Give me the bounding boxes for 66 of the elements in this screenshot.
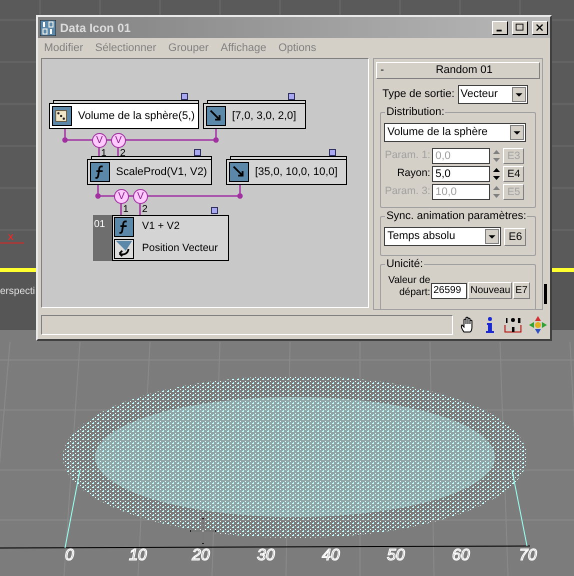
- collapse-toggle[interactable]: -: [380, 62, 392, 79]
- param-label: Rayon:: [396, 166, 430, 182]
- dice-icon: [52, 106, 72, 126]
- ruler-label: 10: [129, 546, 147, 566]
- caret-icon: [510, 125, 524, 140]
- ruler-label: 60: [452, 546, 470, 566]
- close-icon[interactable]: [532, 20, 548, 34]
- ruler-label: 30: [257, 546, 275, 566]
- function-icon: [114, 217, 134, 237]
- input-socket[interactable]: V: [92, 133, 107, 148]
- field-label: Valeur de départ:: [387, 275, 430, 299]
- node-label: V1 + V2: [142, 219, 180, 234]
- input-socket[interactable]: V: [111, 133, 126, 148]
- graph-node[interactable]: ScaleProd(V1, V2): [87, 159, 212, 185]
- ruler-label: 0: [65, 546, 74, 566]
- number-field[interactable]: 5,0: [432, 166, 490, 182]
- window-title: Data Icon 01: [60, 20, 132, 36]
- node-label: Position Vecteur: [142, 241, 218, 256]
- caret-icon: [512, 87, 526, 102]
- ruler-label: 20: [192, 546, 210, 566]
- group-title: Sync. animation paramètres:: [385, 209, 528, 223]
- node-port: [181, 93, 188, 100]
- dropdown[interactable]: Temps absolu: [384, 227, 502, 246]
- axis-label: x: [8, 232, 14, 243]
- ruler-label: 50: [387, 546, 405, 566]
- dropdown[interactable]: Vecteur: [458, 85, 528, 104]
- node-label: [35,0, 10,0, 10,0]: [255, 164, 338, 180]
- maximize-icon[interactable]: [512, 20, 528, 34]
- node-label: Volume de la sphère(5,): [78, 108, 195, 124]
- ruler-label: 70: [519, 546, 537, 566]
- rollout-header[interactable]: - Random 01: [376, 62, 540, 79]
- rollout-title: Random 01: [434, 63, 494, 78]
- dropdown[interactable]: Volume de la sphère: [384, 123, 526, 142]
- node-port: [194, 149, 201, 156]
- move-icon[interactable]: [529, 316, 547, 334]
- viewport-label: erspecti: [0, 285, 36, 299]
- input-socket[interactable]: V: [114, 189, 129, 204]
- seed-button[interactable]: E7: [513, 282, 530, 299]
- expression-button[interactable]: E4: [503, 166, 524, 182]
- field-label: Type de sortie:: [382, 87, 454, 102]
- node-port: [211, 207, 218, 214]
- port-number: 2: [120, 149, 126, 159]
- port-number: 1: [101, 149, 107, 159]
- minimize-icon[interactable]: [492, 20, 508, 34]
- node-port: [329, 149, 336, 156]
- expression-button[interactable]: E6: [504, 228, 526, 246]
- caret-icon: [485, 229, 500, 244]
- function-icon: [90, 162, 110, 182]
- seed-button[interactable]: Nouveau: [468, 282, 512, 299]
- node-label: [7,0, 3,0, 2,0]: [232, 108, 296, 124]
- graph-node[interactable]: Volume de la sphère(5,): [49, 103, 199, 129]
- node-label: ScaleProd(V1, V2): [116, 164, 208, 180]
- seed-field[interactable]: 26599: [431, 283, 468, 299]
- graph-node[interactable]: [7,0, 3,0, 2,0]: [203, 103, 306, 129]
- graph-node[interactable]: [35,0, 10,0, 10,0]: [226, 159, 347, 185]
- port-number: 2: [142, 205, 148, 215]
- output-icon: [114, 239, 134, 259]
- numbering-icon[interactable]: [503, 316, 524, 334]
- cursor-icon: [190, 518, 216, 544]
- input-socket[interactable]: V: [133, 189, 148, 204]
- app-icon: [40, 20, 56, 36]
- port-number: 1: [123, 205, 129, 215]
- node-port: [288, 93, 295, 100]
- graph-node[interactable]: V1 + V2 Position Vecteur: [112, 215, 229, 261]
- node-badge: 01: [93, 215, 112, 261]
- ruler-label: 40: [322, 546, 340, 566]
